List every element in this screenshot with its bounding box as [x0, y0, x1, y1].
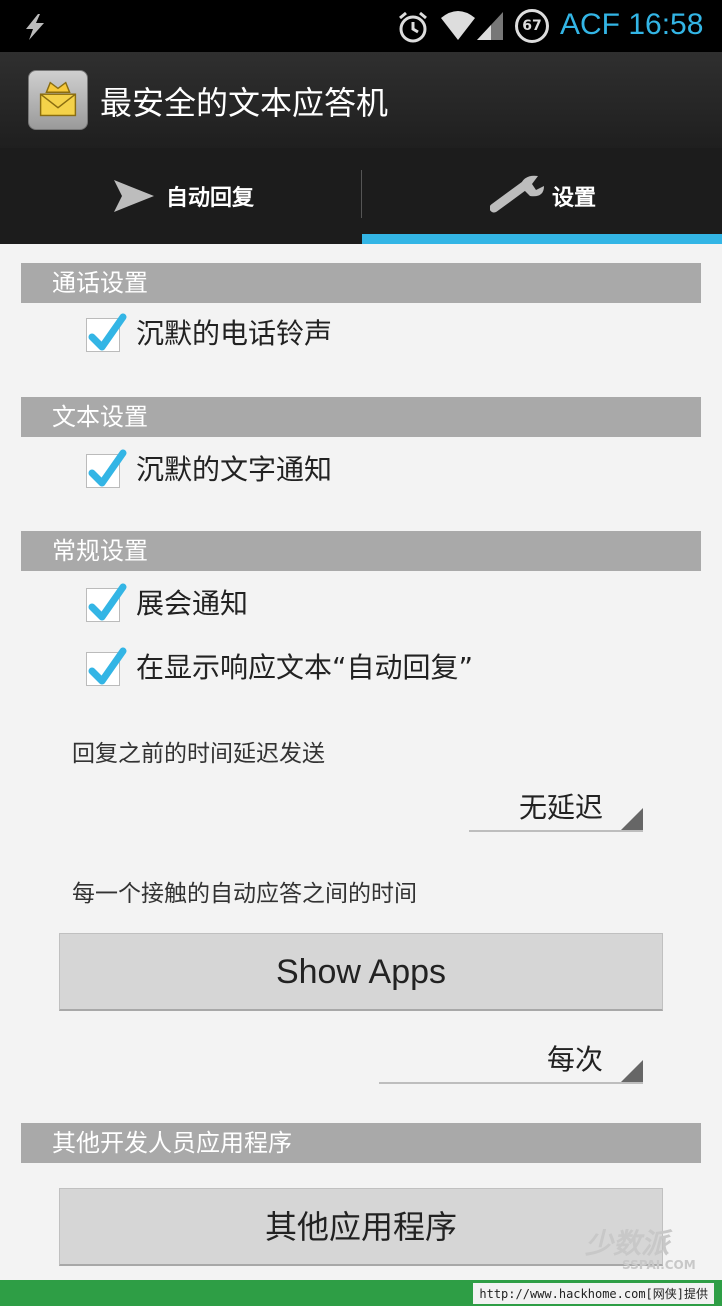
- alarm-icon: [399, 11, 427, 43]
- section-header-text: 文本设置: [21, 397, 701, 437]
- delay-label: 回复之前的时间延迟发送: [72, 741, 325, 767]
- spinner-value: 无延迟: [518, 791, 603, 824]
- checkbox[interactable]: [86, 647, 127, 686]
- interval-spinner[interactable]: 每次: [379, 1034, 643, 1084]
- checkbox[interactable]: [86, 583, 127, 622]
- checkmark-icon: [88, 647, 127, 685]
- checkbox-label: 展会通知: [136, 587, 249, 620]
- checkmark-icon: [88, 583, 127, 621]
- action-bar: 最安全的文本应答机: [0, 52, 722, 148]
- settings-list: 通话设置 沉默的电话铃声 文本设置 沉默的文字通知 常规设置 展会通知 在显示响…: [0, 244, 722, 1280]
- watermark-logo: 少数派: [585, 1227, 670, 1260]
- send-icon: [114, 180, 154, 212]
- tab-bar: 自动回复 设置: [0, 148, 722, 244]
- checkbox[interactable]: [86, 313, 127, 352]
- spinner-arrow-icon: [621, 808, 643, 830]
- tab-indicator: [362, 234, 722, 244]
- status-time: ACF 16:58: [560, 8, 704, 41]
- status-bar: 67 ACF 16:58: [0, 0, 722, 52]
- delay-spinner[interactable]: 无延迟: [469, 782, 643, 832]
- signal-icon: [477, 12, 503, 40]
- spinner-value: 每次: [546, 1043, 603, 1076]
- section-header-other: 其他开发人员应用程序: [21, 1123, 701, 1163]
- checkbox[interactable]: [86, 449, 127, 488]
- section-header-general: 常规设置: [21, 531, 701, 571]
- wifi-icon: [441, 11, 475, 40]
- checkmark-icon: [88, 313, 127, 351]
- app-icon[interactable]: [28, 70, 88, 130]
- section-header-call: 通话设置: [21, 263, 701, 303]
- tab-auto-reply[interactable]: 自动回复: [0, 148, 361, 244]
- checkbox-label: 沉默的文字通知: [136, 453, 333, 486]
- show-apps-button[interactable]: Show Apps: [59, 933, 663, 1011]
- tab-settings[interactable]: 设置: [362, 148, 722, 244]
- checkbox-label: 沉默的电话铃声: [136, 317, 333, 350]
- tab-label: 自动回复: [166, 186, 255, 211]
- wrench-icon: [490, 175, 544, 213]
- tab-label: 设置: [552, 186, 597, 211]
- checkbox-label: 在显示响应文本“自动回复”: [136, 651, 474, 684]
- spinner-arrow-icon: [621, 1060, 643, 1082]
- battery-icon: 67: [515, 9, 549, 43]
- page-title: 最安全的文本应答机: [100, 84, 389, 122]
- watermark-sub: SSPAI.COM: [622, 1258, 696, 1272]
- source-url: http://www.hackhome.com[网侠]提供: [473, 1283, 714, 1304]
- checkmark-icon: [88, 449, 127, 487]
- other-apps-button[interactable]: 其他应用程序: [59, 1188, 663, 1266]
- interval-label: 每一个接触的自动应答之间的时间: [72, 881, 417, 907]
- lightning-icon: [26, 14, 44, 40]
- bottom-strip: http://www.hackhome.com[网侠]提供: [0, 1280, 722, 1306]
